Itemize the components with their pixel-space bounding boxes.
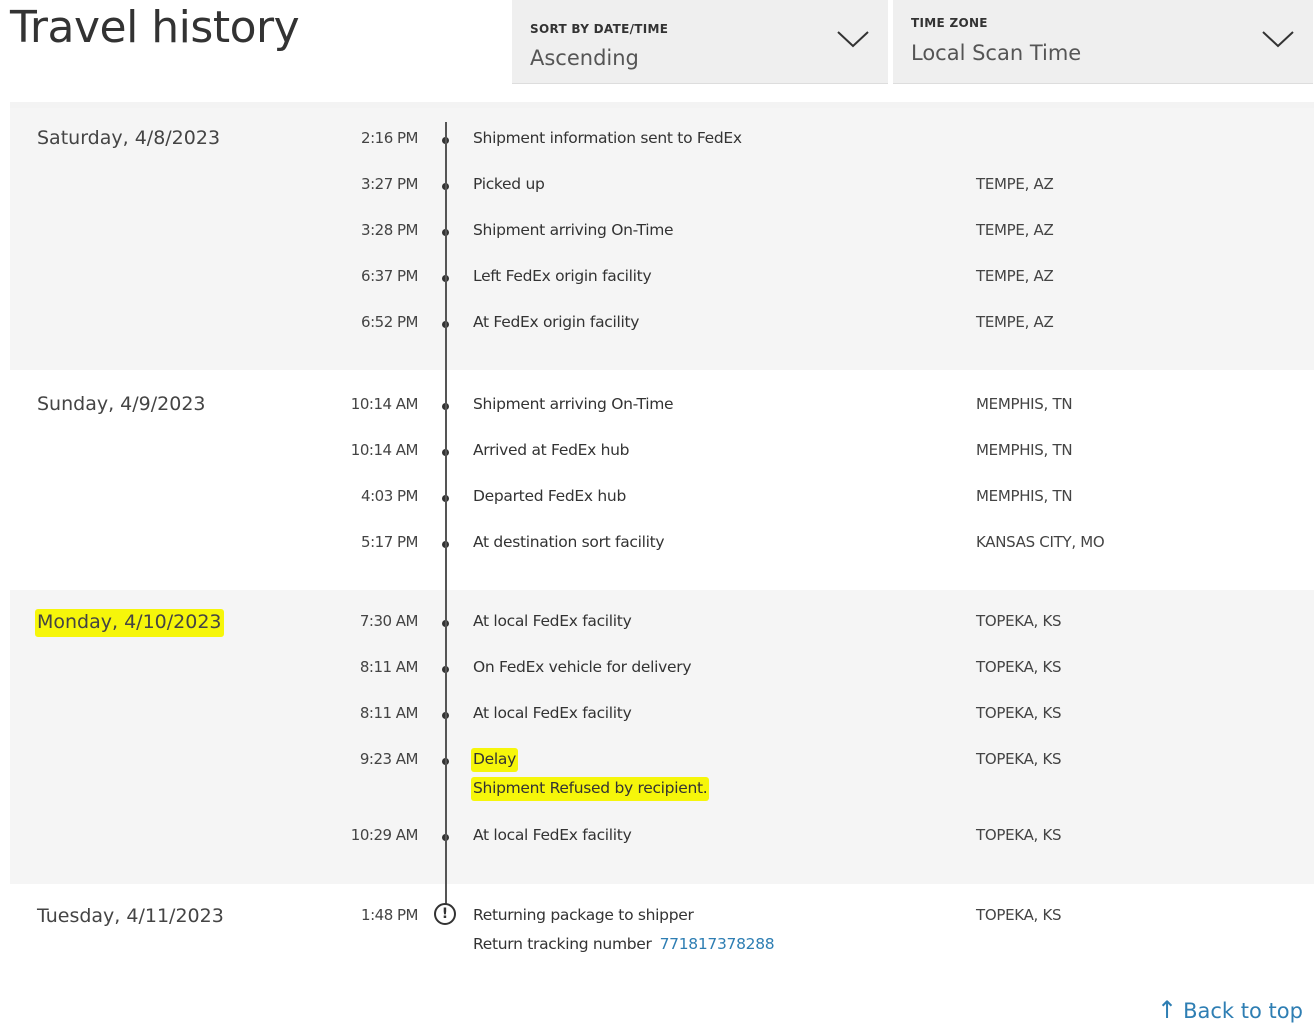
event-time: 10:14 AM (350, 441, 419, 459)
event-row: 10:29 AM At local FedEx facility TOPEKA,… (10, 826, 1314, 856)
event-row: 9:23 AM Delay Shipment Refused by recipi… (10, 748, 1314, 810)
chevron-down-icon (1262, 31, 1294, 48)
event-location: TOPEKA, KS (976, 906, 1062, 924)
event-time: 8:11 AM (359, 658, 419, 676)
timezone-dropdown-label: TIME ZONE (911, 16, 988, 30)
event-description: Picked up (473, 175, 545, 193)
event-location: TEMPE, AZ (976, 221, 1054, 239)
event-row: 8:11 AM At local FedEx facility TOPEKA, … (10, 704, 1314, 734)
event-time: 3:27 PM (361, 175, 418, 193)
event-description: Shipment arriving On-Time (473, 221, 674, 239)
event-description: Delay (471, 748, 518, 772)
event-description: At local FedEx facility (473, 704, 632, 722)
event-time: 10:14 AM (350, 395, 419, 413)
event-location: TOPEKA, KS (976, 612, 1062, 630)
sort-dropdown[interactable]: SORT BY DATE/TIME Ascending (512, 0, 888, 84)
day-group: Monday, 4/10/2023 7:30 AM At local FedEx… (10, 590, 1314, 884)
event-location: KANSAS CITY, MO (976, 533, 1105, 551)
event-time: 10:29 AM (350, 826, 419, 844)
return-tracking-link[interactable]: 771817378288 (660, 935, 775, 953)
event-location: TOPEKA, KS (976, 658, 1062, 676)
exclamation-circle-icon: ! (434, 903, 456, 925)
event-detail: Return tracking number 771817378288 (473, 935, 775, 953)
event-description: Shipment arriving On-Time (473, 395, 674, 413)
sort-dropdown-value: Ascending (530, 46, 639, 70)
event-description: At destination sort facility (473, 533, 665, 551)
chevron-down-icon (837, 31, 869, 48)
event-description: Departed FedEx hub (473, 487, 626, 505)
event-time: 9:23 AM (359, 750, 419, 768)
sort-dropdown-label: SORT BY DATE/TIME (530, 22, 669, 36)
event-time: 6:52 PM (361, 313, 418, 331)
event-time: 2:16 PM (361, 129, 418, 147)
event-time: 4:03 PM (361, 487, 418, 505)
event-location: TEMPE, AZ (976, 313, 1054, 331)
event-detail: Shipment Refused by recipient. (471, 777, 710, 801)
event-row: 3:28 PM Shipment arriving On-Time TEMPE,… (10, 221, 1314, 251)
event-time: 3:28 PM (361, 221, 418, 239)
event-row: 6:37 PM Left FedEx origin facility TEMPE… (10, 267, 1314, 297)
event-row: 4:03 PM Departed FedEx hub MEMPHIS, TN (10, 487, 1314, 517)
day-group: Saturday, 4/8/2023 2:16 PM Shipment info… (10, 108, 1314, 370)
arrow-up-icon: ↑ (1157, 996, 1178, 1024)
event-description: Arrived at FedEx hub (473, 441, 630, 459)
highlighted-delay: Delay (471, 748, 518, 772)
day-group: Tuesday, 4/11/2023 1:48 PM Returning pac… (10, 884, 1314, 974)
event-time: 1:48 PM (361, 906, 418, 924)
event-location: TOPEKA, KS (976, 704, 1062, 722)
event-row: 2:16 PM Shipment information sent to Fed… (10, 129, 1314, 159)
event-location: TOPEKA, KS (976, 826, 1062, 844)
event-row: 6:52 PM At FedEx origin facility TEMPE, … (10, 313, 1314, 343)
event-description: On FedEx vehicle for delivery (473, 658, 692, 676)
event-location: MEMPHIS, TN (976, 441, 1073, 459)
event-description: At FedEx origin facility (473, 313, 640, 331)
event-row: 10:14 AM Shipment arriving On-Time MEMPH… (10, 395, 1314, 425)
event-description: At local FedEx facility (473, 612, 632, 630)
return-tracking-label: Return tracking number (473, 935, 652, 953)
event-location: MEMPHIS, TN (976, 487, 1073, 505)
event-row: 3:27 PM Picked up TEMPE, AZ (10, 175, 1314, 205)
event-time: 5:17 PM (361, 533, 418, 551)
timezone-dropdown-value: Local Scan Time (911, 41, 1082, 65)
event-row: 7:30 AM At local FedEx facility TOPEKA, … (10, 612, 1314, 642)
highlighted-refused: Shipment Refused by recipient. (471, 777, 710, 801)
event-row: 8:11 AM On FedEx vehicle for delivery TO… (10, 658, 1314, 688)
event-time: 8:11 AM (359, 704, 419, 722)
page-title: Travel history (10, 2, 300, 53)
timeline-line (445, 122, 447, 904)
event-location: TEMPE, AZ (976, 175, 1054, 193)
event-location: TOPEKA, KS (976, 750, 1062, 768)
back-to-top-link[interactable]: ↑ Back to top (1157, 996, 1303, 1024)
event-location: TEMPE, AZ (976, 267, 1054, 285)
event-row: 10:14 AM Arrived at FedEx hub MEMPHIS, T… (10, 441, 1314, 471)
back-to-top-label: Back to top (1183, 999, 1303, 1023)
event-row: 5:17 PM At destination sort facility KAN… (10, 533, 1314, 563)
event-description: Returning package to shipper (473, 906, 694, 924)
event-row: 1:48 PM Returning package to shipper Ret… (10, 906, 1314, 966)
event-description: At local FedEx facility (473, 826, 632, 844)
event-location: MEMPHIS, TN (976, 395, 1073, 413)
day-group: Sunday, 4/9/2023 10:14 AM Shipment arriv… (10, 370, 1314, 590)
event-time: 6:37 PM (361, 267, 418, 285)
event-description: Left FedEx origin facility (473, 267, 652, 285)
event-description: Shipment information sent to FedEx (473, 129, 742, 147)
event-time: 7:30 AM (359, 612, 419, 630)
timezone-dropdown[interactable]: TIME ZONE Local Scan Time (893, 0, 1313, 84)
